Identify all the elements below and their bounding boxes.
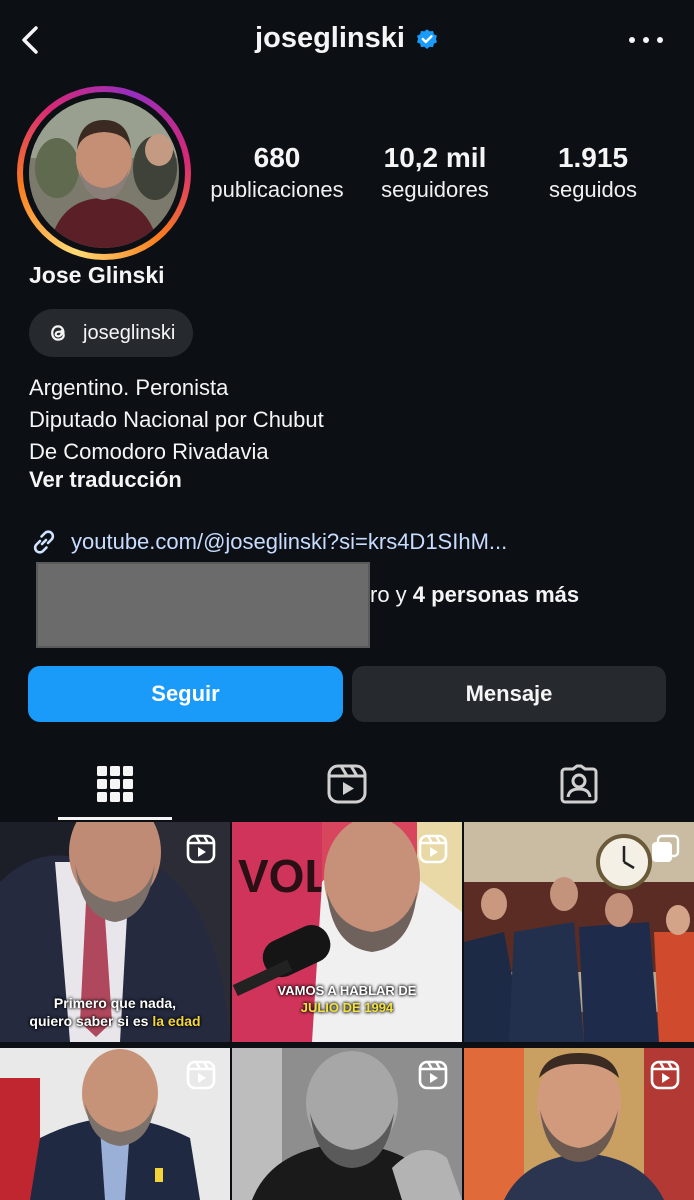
tab-reels[interactable] xyxy=(232,748,462,820)
threads-handle: joseglinski xyxy=(83,321,176,344)
grid-icon xyxy=(97,766,133,802)
reels-icon xyxy=(327,764,367,804)
posts-label: publicaciones xyxy=(210,177,344,202)
reel-badge-icon xyxy=(650,1060,680,1090)
bio-line: Argentino. Peronista xyxy=(29,375,229,400)
post-thumbnail[interactable]: VOLVI VAMOS A HABLAR DE JULIO DE 1994 xyxy=(232,822,462,1042)
post-thumbnail[interactable] xyxy=(464,1048,694,1200)
reel-badge-icon xyxy=(186,834,216,864)
link-text: youtube.com/@joseglinski?si=krs4D1SIhM..… xyxy=(71,529,508,554)
username-text: joseglinski xyxy=(255,22,405,54)
posts-grid: Primero que nada, quiero saber si es la … xyxy=(0,822,694,1200)
profile-name: Jose Glinski xyxy=(29,262,165,288)
stat-followers[interactable]: 10,2 mil seguidores xyxy=(350,140,520,204)
caption-highlight: la edad xyxy=(152,1013,201,1029)
followers-count: 10,2 mil xyxy=(383,142,487,173)
verified-badge-icon xyxy=(416,29,437,50)
caption-line: VAMOS A HABLAR DE xyxy=(277,983,417,998)
caption-line: quiero saber si es xyxy=(29,1013,153,1029)
see-translation-link[interactable]: Ver traducción xyxy=(29,467,182,493)
threads-icon xyxy=(51,325,65,341)
post-caption: Primero que nada, quiero saber si es la … xyxy=(0,994,230,1030)
tab-posts[interactable] xyxy=(0,748,230,820)
bio-line: Diputado Nacional por Chubut xyxy=(29,407,324,432)
profile-tabs xyxy=(0,748,694,820)
post-thumbnail[interactable] xyxy=(0,1048,230,1200)
avatar xyxy=(29,98,179,248)
post-caption: VAMOS A HABLAR DE JULIO DE 1994 xyxy=(232,982,462,1016)
stat-following[interactable]: 1.915 seguidos xyxy=(508,140,678,204)
caption-highlight: JULIO DE 1994 xyxy=(300,1000,394,1015)
post-thumbnail[interactable]: Primero que nada, quiero saber si es la … xyxy=(0,822,230,1042)
stat-posts[interactable]: 680 publicaciones xyxy=(192,140,362,204)
reel-badge-icon xyxy=(186,1060,216,1090)
tagged-icon xyxy=(560,764,598,804)
avatar-story-ring[interactable] xyxy=(17,86,191,260)
tab-tagged[interactable] xyxy=(464,748,694,820)
following-label: seguidos xyxy=(548,177,638,202)
post-thumbnail[interactable] xyxy=(464,822,694,1042)
external-link[interactable]: youtube.com/@joseglinski?si=krs4D1SIhM..… xyxy=(29,527,507,557)
follow-button[interactable]: Seguir xyxy=(28,666,343,722)
followed-by-text: ro y xyxy=(370,582,413,607)
following-count: 1.915 xyxy=(557,142,629,173)
followers-label: seguidores xyxy=(381,177,489,202)
posts-count: 680 xyxy=(253,142,301,173)
post-thumbnail[interactable] xyxy=(232,1048,462,1200)
caption-line: Primero que nada, xyxy=(53,995,177,1011)
redacted-block xyxy=(36,562,370,648)
threads-badge[interactable]: joseglinski xyxy=(29,309,194,357)
message-button[interactable]: Mensaje xyxy=(352,666,666,722)
bio: Argentino. Peronista Diputado Nacional p… xyxy=(29,372,324,468)
reel-badge-icon xyxy=(418,1060,448,1090)
top-bar: joseglinski xyxy=(0,0,694,80)
link-icon xyxy=(33,530,55,554)
reel-badge-icon xyxy=(418,834,448,864)
carousel-icon xyxy=(652,834,680,862)
followed-by[interactable]: ro y 4 personas más xyxy=(30,562,670,652)
bio-line: De Comodoro Rivadavia xyxy=(29,439,269,464)
more-horizontal-icon[interactable] xyxy=(626,30,666,50)
followed-by-more: 4 personas más xyxy=(412,582,580,607)
profile-username-header: joseglinski xyxy=(0,22,694,55)
